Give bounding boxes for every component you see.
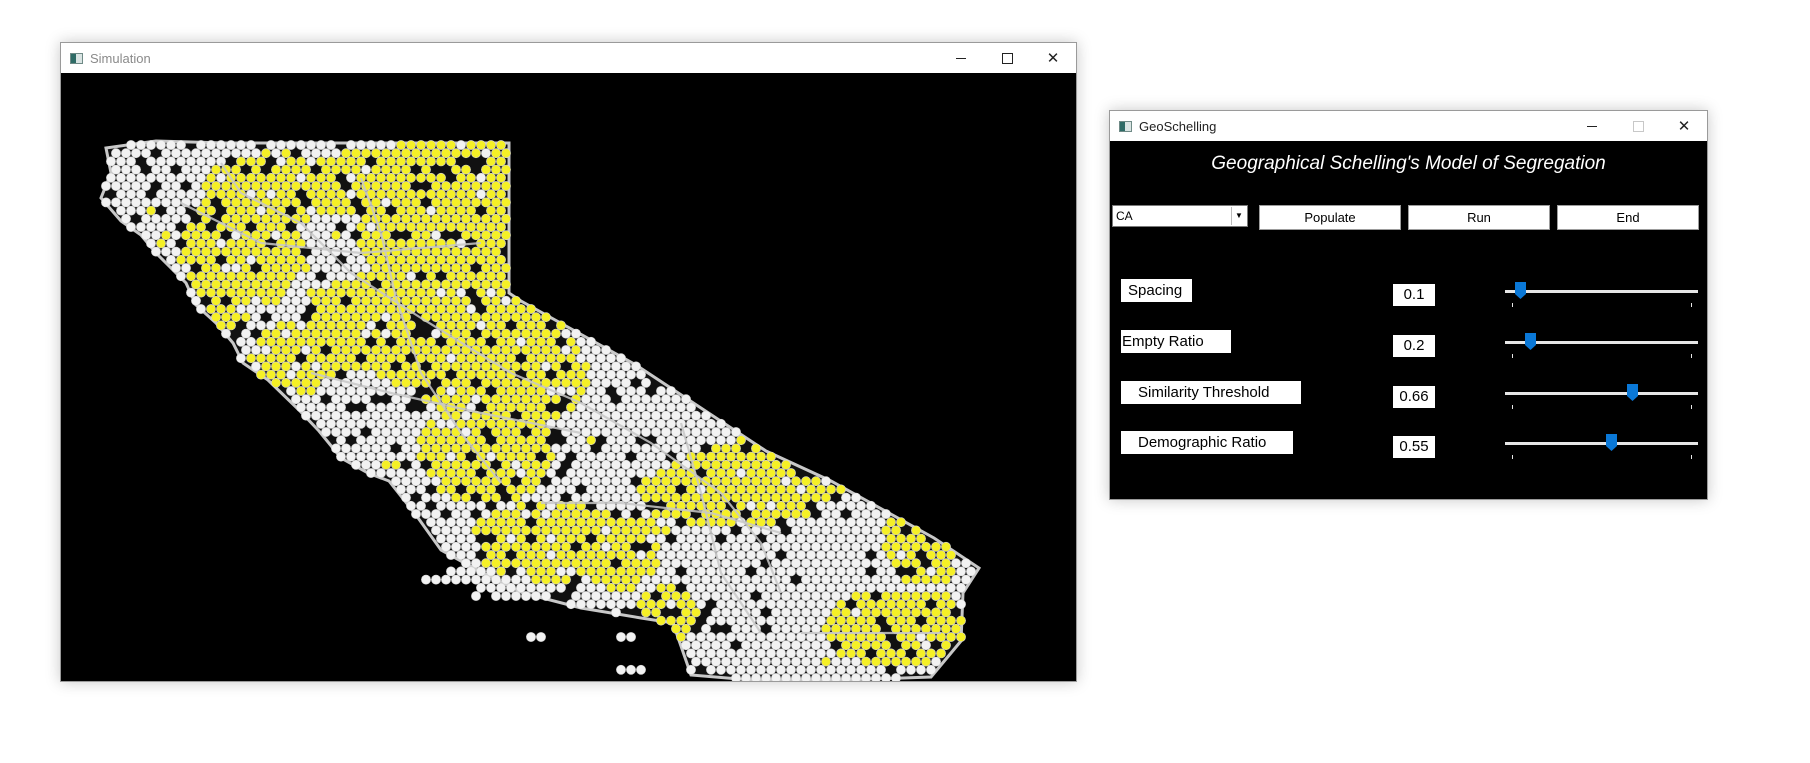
empty-ratio-label: Empty Ratio: [1121, 330, 1231, 353]
minimize-button[interactable]: [938, 43, 984, 73]
chevron-down-icon[interactable]: ▼: [1231, 207, 1246, 225]
similarity-threshold-slider[interactable]: [1505, 379, 1698, 409]
slider-tick: [1691, 354, 1692, 358]
slider-tick: [1512, 303, 1513, 307]
maximize-button: [1615, 111, 1661, 141]
simulation-window: Simulation ✕: [60, 42, 1077, 682]
slider-thumb[interactable]: [1627, 384, 1639, 401]
minimize-button[interactable]: [1569, 111, 1615, 141]
geoschelling-title-bar[interactable]: GeoSchelling ✕: [1110, 111, 1707, 141]
slider-thumb[interactable]: [1606, 434, 1618, 451]
slider-tick: [1512, 405, 1513, 409]
spacing-slider[interactable]: [1505, 277, 1698, 307]
close-button[interactable]: ✕: [1661, 111, 1707, 141]
slider-track: [1505, 290, 1698, 293]
simulation-canvas-area: [61, 73, 1076, 681]
close-icon: ✕: [1046, 50, 1060, 67]
similarity-threshold-value: 0.66: [1393, 386, 1435, 408]
demographic-ratio-slider[interactable]: [1505, 429, 1698, 459]
populate-button[interactable]: Populate: [1259, 205, 1401, 230]
agent-grid: [101, 140, 976, 681]
slider-tick: [1691, 303, 1692, 307]
empty-ratio-value: 0.2: [1393, 335, 1435, 357]
state-select[interactable]: CA ▼: [1112, 205, 1248, 227]
simulation-title: Simulation: [90, 50, 151, 66]
maximize-icon: [1632, 120, 1644, 132]
end-button[interactable]: End: [1557, 205, 1699, 230]
minimize-icon: [1587, 125, 1597, 127]
minimize-icon: [956, 57, 966, 59]
close-icon: ✕: [1677, 118, 1691, 135]
slider-tick: [1512, 354, 1513, 358]
slider-tick: [1691, 455, 1692, 459]
similarity-threshold-label: Similarity Threshold: [1121, 381, 1301, 404]
slider-track: [1505, 392, 1698, 395]
spacing-value: 0.1: [1393, 284, 1435, 306]
spacing-label: Spacing: [1121, 279, 1192, 302]
geoschelling-title: GeoSchelling: [1139, 118, 1217, 134]
segregation-map: [99, 139, 982, 681]
slider-track: [1505, 442, 1698, 445]
app-heading: Geographical Schelling's Model of Segreg…: [1211, 153, 1606, 174]
run-button[interactable]: Run: [1408, 205, 1550, 230]
maximize-icon: [1001, 52, 1013, 64]
app-icon: [70, 52, 83, 64]
slider-tick: [1512, 455, 1513, 459]
demographic-ratio-label: Demographic Ratio: [1121, 431, 1293, 454]
app-icon: [1119, 120, 1132, 132]
control-panel: Geographical Schelling's Model of Segreg…: [1110, 141, 1707, 499]
simulation-title-bar[interactable]: Simulation ✕: [61, 43, 1076, 73]
demographic-ratio-value: 0.55: [1393, 436, 1435, 458]
close-button[interactable]: ✕: [1030, 43, 1076, 73]
maximize-button[interactable]: [984, 43, 1030, 73]
slider-thumb[interactable]: [1515, 282, 1527, 299]
slider-tick: [1691, 405, 1692, 409]
empty-ratio-slider[interactable]: [1505, 328, 1698, 358]
slider-thumb[interactable]: [1525, 333, 1537, 350]
geoschelling-window: GeoSchelling ✕ Geographical Schelling's …: [1109, 110, 1708, 500]
state-select-value: CA: [1116, 209, 1133, 223]
